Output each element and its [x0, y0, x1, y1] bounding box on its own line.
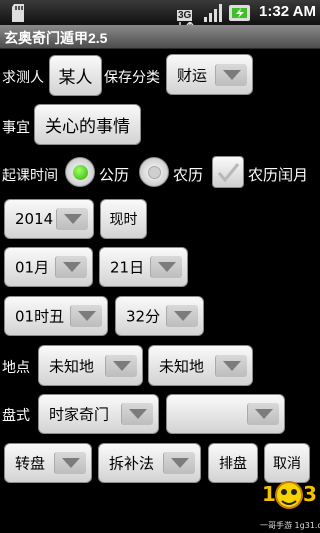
year-spinner[interactable]: 2014	[4, 199, 94, 239]
save-category-label: 保存分类	[104, 70, 160, 86]
method-spinner[interactable]: 拆补法	[98, 443, 201, 483]
svg-text:1: 1	[262, 482, 276, 506]
chevron-down-icon	[56, 208, 88, 230]
month-spinner[interactable]: 01月	[4, 247, 93, 287]
matter-label: 事宜	[2, 120, 30, 136]
signal-icon	[204, 4, 222, 22]
chevron-down-icon	[163, 452, 195, 474]
mascot-logo-icon: 1 31	[262, 481, 320, 509]
rotation-spinner[interactable]: 转盘	[4, 443, 92, 483]
status-bar: 3G 1:32 AM	[0, 0, 320, 30]
chevron-down-icon	[247, 403, 279, 425]
chevron-down-icon	[121, 403, 153, 425]
location-label: 地点	[2, 360, 30, 376]
lunar-leap-month-label: 农历闰月	[248, 166, 309, 184]
lunar-leap-month-checkbox[interactable]	[212, 156, 244, 188]
chevron-down-icon	[166, 305, 198, 327]
arrange-button[interactable]: 排盘	[208, 443, 258, 483]
chart-substyle-spinner[interactable]	[166, 394, 285, 434]
lunar-calendar-label: 农历	[173, 166, 204, 184]
seeker-field[interactable]: 某人	[49, 55, 102, 96]
now-button[interactable]: 现时	[100, 199, 147, 239]
network-3g-icon: 3G	[177, 3, 197, 30]
minute-spinner[interactable]: 32分	[115, 296, 204, 336]
app-title-bar: 玄奥奇门遁甲2.5	[0, 25, 320, 49]
battery-charging-icon	[229, 5, 250, 21]
chevron-down-icon	[105, 354, 137, 377]
sd-card-icon	[12, 4, 24, 22]
chevron-down-icon	[54, 452, 86, 474]
solar-calendar-label: 公历	[99, 166, 130, 184]
chevron-down-icon	[70, 305, 102, 327]
watermark-text: 一哥手游 1g31.com	[260, 521, 320, 530]
matter-field[interactable]: 关心的事情	[34, 104, 141, 145]
chart-style-spinner[interactable]: 时家奇门	[38, 394, 159, 434]
location-secondary-spinner[interactable]: 未知地	[148, 345, 253, 386]
location-primary-spinner[interactable]: 未知地	[38, 345, 143, 386]
check-icon	[217, 163, 240, 183]
day-spinner[interactable]: 21日	[99, 247, 188, 287]
svg-text:31: 31	[303, 482, 318, 506]
chevron-down-icon	[215, 354, 247, 377]
seeker-label: 求测人	[2, 70, 44, 86]
lunar-calendar-radio[interactable]	[139, 157, 169, 187]
clock: 1:32 AM	[259, 3, 316, 20]
start-time-label: 起课时间	[2, 168, 58, 184]
app-title: 玄奥奇门遁甲2.5	[4, 30, 108, 46]
save-category-spinner[interactable]: 财运	[166, 54, 253, 95]
hour-spinner[interactable]: 01时丑	[4, 296, 108, 336]
chart-style-label: 盘式	[2, 408, 30, 424]
chevron-down-icon	[215, 63, 247, 86]
chevron-down-icon	[55, 256, 87, 278]
watermark-logo: 1 31 一哥手游 1g31.com	[260, 471, 320, 531]
chevron-down-icon	[150, 256, 182, 278]
solar-calendar-radio[interactable]	[65, 157, 95, 187]
